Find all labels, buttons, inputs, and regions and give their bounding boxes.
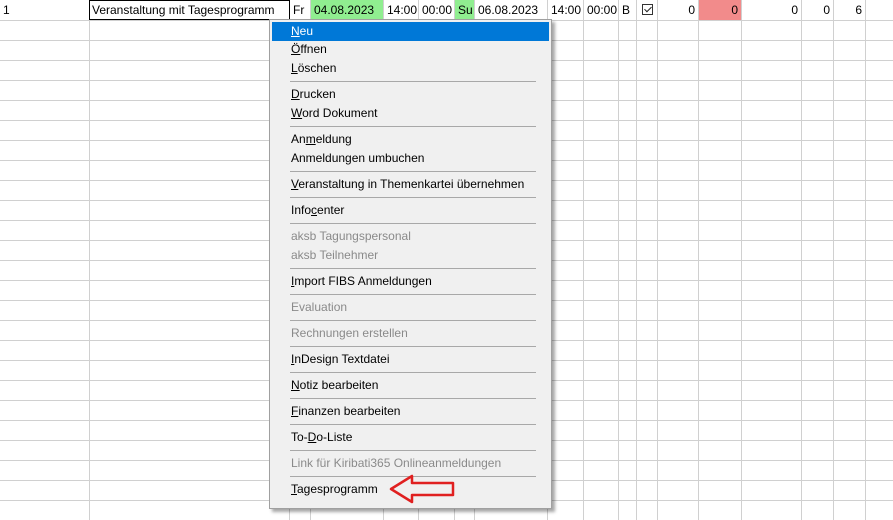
menu-item-finanzen[interactable]: Finanzen bearbeiten [272, 402, 549, 421]
menu-item-themenkartei[interactable]: Veranstaltung in Themenkartei übernehmen [272, 175, 549, 194]
start-time-cell[interactable]: 14:00 [384, 0, 418, 20]
end-duration-cell[interactable]: 00:00 [584, 0, 618, 20]
menu-item-loeschen[interactable]: Löschen [272, 59, 549, 78]
menu-item-todo-liste[interactable]: To-Do-Liste [272, 428, 549, 447]
menu-separator [290, 81, 536, 82]
context-menu: Neu Öffnen Löschen Drucken Word Dokument… [269, 19, 552, 509]
menu-separator [290, 197, 536, 198]
menu-item-infocenter[interactable]: Infocenter [272, 201, 549, 220]
number-cell-3[interactable]: 0 [742, 0, 801, 20]
event-title-cell[interactable]: Veranstaltung mit Tagesprogramm [89, 0, 290, 20]
menu-separator [290, 171, 536, 172]
menu-item-indesign[interactable]: InDesign Textdatei [272, 350, 549, 369]
row-number-cell[interactable]: 1 [0, 0, 89, 20]
start-duration-cell[interactable]: 00:00 [419, 0, 454, 20]
menu-item-rechnungen: Rechnungen erstellen [291, 326, 408, 340]
red-arrow-icon [389, 474, 455, 504]
table-row[interactable]: 1 Veranstaltung mit Tagesprogramm Fr 04.… [0, 0, 893, 20]
number-cell-4[interactable]: 0 [802, 0, 833, 20]
menu-separator [290, 424, 536, 425]
menu-separator [290, 398, 536, 399]
menu-separator [290, 372, 536, 373]
end-day-cell[interactable]: Su [455, 0, 474, 20]
menu-item-evaluation: Evaluation [291, 300, 348, 314]
menu-separator [290, 320, 536, 321]
number-cell-2[interactable]: 0 [699, 0, 741, 20]
menu-item-kiribati-link: Link für Kiribati365 Onlineanmeldungen [291, 456, 502, 470]
end-time-cell[interactable]: 14:00 [548, 0, 583, 20]
menu-separator [290, 268, 536, 269]
number-cell-5[interactable]: 6 [834, 0, 865, 20]
checkbox-cell[interactable] [637, 0, 657, 20]
code-cell[interactable]: B [619, 0, 636, 20]
menu-item-word-dokument[interactable]: Word Dokument [272, 104, 549, 123]
menu-item-neu[interactable]: Neu [272, 22, 549, 41]
menu-separator [290, 223, 536, 224]
menu-item-drucken[interactable]: Drucken [272, 85, 549, 104]
menu-item-oeffnen[interactable]: Öffnen [272, 40, 549, 59]
menu-item-teilnehmer: aksb Teilnehmer [291, 248, 379, 262]
menu-item-tagungspersonal: aksb Tagungspersonal [291, 229, 411, 243]
menu-item-anmeldungen-umbuchen[interactable]: Anmeldungen umbuchen [272, 149, 549, 168]
menu-item-notiz[interactable]: Notiz bearbeiten [272, 376, 549, 395]
start-date-cell[interactable]: 04.08.2023 [311, 0, 383, 20]
menu-separator [290, 450, 536, 451]
menu-separator [290, 346, 536, 347]
menu-item-import-fibs[interactable]: Import FIBS Anmeldungen [272, 272, 549, 291]
start-day-cell[interactable]: Fr [290, 0, 310, 20]
end-date-cell[interactable]: 06.08.2023 [475, 0, 547, 20]
number-cell-1[interactable]: 0 [658, 0, 698, 20]
menu-separator [290, 294, 536, 295]
menu-item-anmeldung[interactable]: Anmeldung [272, 130, 549, 149]
menu-separator [290, 126, 536, 127]
checkbox-checked-icon[interactable] [641, 4, 653, 16]
